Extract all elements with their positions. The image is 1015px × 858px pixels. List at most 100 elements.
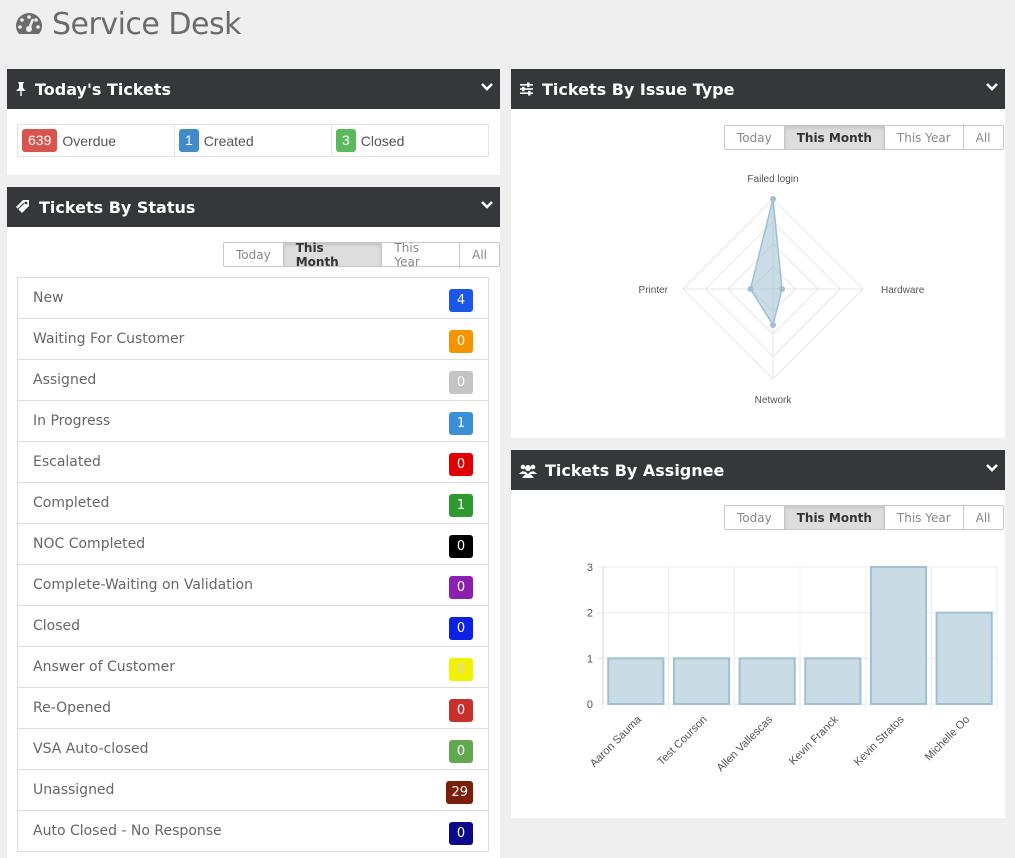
panel-title: Tickets By Issue Type (542, 79, 735, 99)
tickets-by-status-header[interactable]: Tickets By Status (7, 187, 500, 227)
tickets-by-assignee-panel: Tickets By Assignee Today This Month Thi… (511, 450, 1005, 818)
issue-type-radar-chart: Failed login Hardware Network Printer (639, 174, 925, 406)
status-count-badge: 0 (449, 370, 473, 394)
status-row[interactable]: In Progress 1 (18, 401, 488, 442)
status-label: NOC Completed (33, 536, 146, 552)
status-count-badge: 0 (449, 616, 473, 640)
bar-kevin-franck[interactable] (804, 657, 862, 705)
status-row[interactable]: Closed 0 (18, 606, 488, 647)
todays-tickets-summary: 639 Overdue 1 Created 3 Closed (17, 124, 489, 157)
dashboard-icon (16, 13, 42, 34)
tickets-by-issue-type-panel: Tickets By Issue Type Today This Month T… (511, 69, 1005, 438)
chevron-down-icon[interactable] (480, 198, 494, 212)
range-this-year-button[interactable]: This Year (382, 241, 461, 269)
tickets-by-assignee-header[interactable]: Tickets By Assignee (511, 450, 1005, 490)
radar-axis-label: Printer (639, 285, 669, 296)
status-label: Completed (33, 495, 110, 511)
range-all-button[interactable]: All (460, 243, 499, 266)
y-tick-label: 3 (587, 562, 593, 574)
bar-kevin-stratos[interactable] (869, 566, 928, 705)
status-count-badge: 0 (449, 452, 473, 476)
todays-tickets-header[interactable]: Today's Tickets (7, 69, 500, 109)
todays-tickets-panel: Today's Tickets 639 Overdue 1 Created 3 … (7, 69, 500, 175)
x-tick-label: Test Courson (655, 714, 709, 768)
panel-title: Tickets By Assignee (545, 460, 725, 480)
x-tick-label: Allen Vallescas (715, 713, 776, 774)
x-tick-label: Kevin Franck (787, 713, 841, 767)
status-row[interactable]: Answer of Customer 0 (18, 647, 488, 688)
created-cell[interactable]: 1 Created (175, 125, 332, 156)
status-row[interactable]: VSA Auto-closed 0 (18, 729, 488, 770)
status-count-badge: 0 (449, 698, 473, 722)
status-row[interactable]: Re-Opened 0 (18, 688, 488, 729)
x-tick-label: Michelle Oo (923, 714, 973, 764)
radar-point-hardware[interactable] (779, 286, 785, 292)
status-label: Complete-Waiting on Validation (33, 577, 253, 593)
bar-michelle-oo[interactable] (935, 611, 993, 705)
status-count-badge: 0 (449, 329, 473, 353)
status-count-badge: 0 (449, 534, 473, 558)
bar-test-courson[interactable] (672, 657, 731, 705)
range-this-month-button[interactable]: This Month (283, 241, 383, 269)
x-tick-label: Aaron Sauma (588, 713, 645, 770)
status-label: Waiting For Customer (33, 331, 185, 347)
status-row[interactable]: NOC Completed 0 (18, 524, 488, 565)
panel-title: Today's Tickets (35, 79, 172, 99)
status-count-badge: 0 (449, 821, 473, 845)
status-count-badge: 4 (449, 288, 473, 312)
y-tick-label: 0 (587, 699, 593, 711)
status-label: In Progress (33, 413, 111, 429)
radar-axis-label: Failed login (747, 174, 798, 185)
status-count-badge: 0 (449, 575, 473, 599)
status-count-badge: 1 (449, 493, 473, 517)
y-tick-label: 1 (587, 653, 593, 665)
radar-axis-label: Hardware (881, 285, 925, 296)
radar-point-printer[interactable] (747, 286, 754, 292)
radar-point-network[interactable] (770, 322, 776, 328)
radar-point-failed-login[interactable] (770, 196, 776, 202)
status-range-selector: Today This Month This Year All (223, 241, 500, 269)
status-count-badge: 29 (446, 780, 473, 804)
status-row[interactable]: Waiting For Customer 0 (18, 319, 488, 360)
status-count-badge: 0 (449, 657, 473, 681)
page-title: Service Desk (52, 6, 241, 42)
status-label: Assigned (33, 372, 97, 388)
status-label: Answer of Customer (33, 659, 175, 675)
bar-aaron-sauma[interactable] (607, 657, 665, 705)
status-row[interactable]: Complete-Waiting on Validation 0 (18, 565, 488, 606)
status-row[interactable]: Unassigned 29 (18, 770, 488, 811)
assignee-bar-chart: 0 1 2 3 Aaron Sauma Test Courson Allen Vallesc… (587, 562, 998, 774)
status-count-badge: 1 (449, 411, 473, 435)
tickets-by-issue-type-header[interactable]: Tickets By Issue Type (511, 69, 1005, 109)
y-tick-label: 2 (587, 608, 593, 620)
status-label: Unassigned (33, 782, 115, 798)
chevron-down-icon[interactable] (985, 461, 999, 475)
status-row[interactable]: New 4 (18, 278, 488, 319)
panel-title: Tickets By Status (39, 197, 196, 217)
status-row[interactable]: Completed 1 (18, 483, 488, 524)
status-row[interactable]: Escalated 0 (18, 442, 488, 483)
status-label: Escalated (33, 454, 101, 470)
x-tick-label: Kevin Stratos (852, 713, 907, 768)
status-label: Closed (33, 618, 81, 634)
range-today-button[interactable]: Today (224, 243, 284, 266)
sliders-icon (520, 82, 533, 96)
closed-count: 3 (336, 129, 356, 152)
tickets-by-status-panel: Tickets By Status Today This Month This … (7, 187, 500, 858)
status-label: Re-Opened (33, 700, 112, 716)
overdue-label: Overdue (62, 132, 117, 149)
created-count: 1 (179, 129, 199, 152)
pin-icon (16, 82, 26, 96)
radar-axis-label: Network (755, 395, 793, 406)
closed-label: Closed (360, 132, 405, 149)
chevron-down-icon[interactable] (985, 80, 999, 94)
status-row[interactable]: Auto Closed - No Response 0 (18, 811, 488, 852)
status-label: VSA Auto-closed (33, 741, 149, 757)
overdue-cell[interactable]: 639 Overdue (18, 125, 175, 156)
status-row[interactable]: Assigned 0 (18, 360, 488, 401)
chevron-down-icon[interactable] (480, 80, 494, 94)
overdue-count: 639 (22, 129, 58, 152)
page-header: Service Desk (14, 4, 241, 44)
bar-allen-vallescas[interactable] (738, 657, 796, 705)
closed-cell[interactable]: 3 Closed (332, 125, 488, 156)
